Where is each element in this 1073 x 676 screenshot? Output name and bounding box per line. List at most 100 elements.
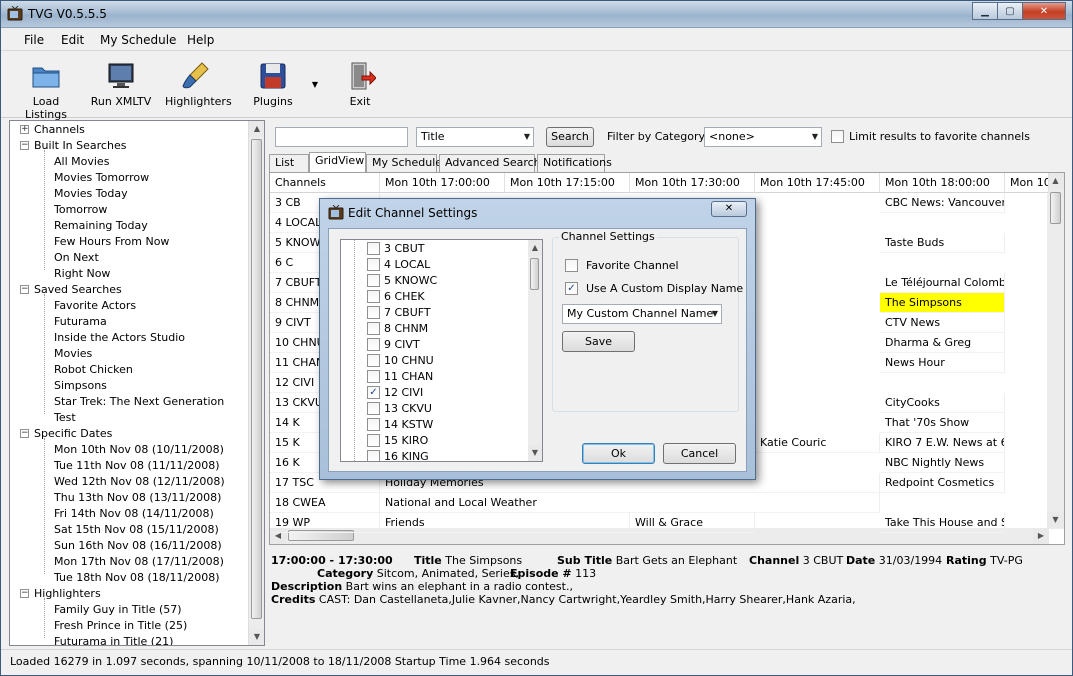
saved-search-item[interactable]: Test [54, 410, 76, 426]
grid-program-cell[interactable]: Redpoint Cosmetics [880, 473, 1005, 493]
saved-search-item[interactable]: Star Trek: The Next Generation [54, 394, 224, 410]
close-button[interactable]: ✕ [1022, 2, 1066, 20]
scroll-up-icon[interactable]: ▲ [1047, 173, 1064, 189]
grid-program-cell[interactable]: The Simpsons [880, 293, 1005, 313]
grid-vscroll-thumb[interactable] [1050, 192, 1061, 224]
custom-name-checkbox[interactable]: ✓ [565, 282, 578, 295]
scroll-up-icon[interactable]: ▲ [249, 121, 264, 137]
highlighters-button[interactable]: Highlighters [165, 60, 232, 108]
channel-checkbox[interactable] [367, 274, 380, 287]
grid-program-cell[interactable]: KIRO 7 E.W. News at 6PM [880, 433, 1005, 453]
grid-program-cell[interactable]: Dharma & Greg [880, 333, 1005, 353]
grid-channel-cell[interactable]: 19 WP [270, 513, 380, 533]
plugins-dropdown-button[interactable]: ▼ [309, 80, 321, 89]
specific-date-item[interactable]: Mon 10th Nov 08 (10/11/2008) [54, 442, 224, 458]
specific-date-item[interactable]: Thu 13th Nov 08 (13/11/2008) [54, 490, 221, 506]
specific-date-item[interactable]: Fri 14th Nov 08 (14/11/2008) [54, 506, 214, 522]
plugins-button[interactable]: Plugins [251, 60, 295, 108]
saved-search-item[interactable]: Simpsons [54, 378, 107, 394]
grid-column-header[interactable]: Mon 10 [1005, 173, 1049, 193]
channel-checkbox[interactable] [367, 402, 380, 415]
search-field-select[interactable]: Title ▼ [416, 127, 534, 147]
tree-scrollbar[interactable]: ▲ ▼ [248, 121, 264, 645]
scroll-down-icon[interactable]: ▼ [528, 445, 542, 461]
scroll-right-icon[interactable]: ▶ [1033, 528, 1049, 544]
tab-list[interactable]: List [269, 154, 309, 172]
grid-channel-cell[interactable]: 18 CWEA [270, 493, 380, 513]
menu-help[interactable]: Help [187, 33, 214, 47]
channel-checkbox[interactable] [367, 450, 380, 461]
channel-list-scrollbar[interactable]: ▲ ▼ [528, 240, 542, 461]
scroll-down-icon[interactable]: ▼ [249, 629, 264, 645]
saved-search-item[interactable]: Inside the Actors Studio [54, 330, 185, 346]
title-bar[interactable]: TVG V0.5.5.5 ▁ ▢ ✕ [1, 1, 1072, 28]
channel-checkbox[interactable]: ✓ [367, 386, 380, 399]
grid-program-cell[interactable]: That '70s Show [880, 413, 1005, 433]
menu-edit[interactable]: Edit [61, 33, 84, 47]
specific-date-item[interactable]: Sat 15th Nov 08 (15/11/2008) [54, 522, 219, 538]
specific-date-item[interactable]: Sun 16th Nov 08 (16/11/2008) [54, 538, 222, 554]
specific-date-item[interactable]: Tue 11th Nov 08 (11/11/2008) [54, 458, 220, 474]
scroll-down-icon[interactable]: ▼ [1047, 512, 1064, 528]
grid-program-cell[interactable]: CityCooks [880, 393, 1005, 413]
search-button[interactable]: Search [546, 127, 594, 147]
channel-checkbox[interactable] [367, 322, 380, 335]
menu-file[interactable]: File [24, 33, 44, 47]
builtin-search-item[interactable]: Tomorrow [54, 202, 107, 218]
channel-checkbox[interactable] [367, 258, 380, 271]
channel-checkbox[interactable] [367, 418, 380, 431]
saved-search-item[interactable]: Favorite Actors [54, 298, 136, 314]
expand-icon[interactable]: + [20, 125, 29, 134]
builtin-search-item[interactable]: Movies Today [54, 186, 128, 202]
highlighter-item[interactable]: Fresh Prince in Title (25) [54, 618, 187, 634]
grid-column-header[interactable]: Mon 10th 17:00:00 [380, 173, 505, 193]
builtin-search-group[interactable]: Built In Searches [34, 138, 126, 154]
grid-program-cell[interactable]: Le Téléjournal Colombie-britanni [880, 273, 1005, 293]
builtin-search-item[interactable]: Remaining Today [54, 218, 148, 234]
saved-search-item[interactable]: Futurama [54, 314, 107, 330]
scroll-up-icon[interactable]: ▲ [528, 240, 542, 256]
category-select[interactable]: <none> ▼ [704, 127, 822, 147]
grid-column-header[interactable]: Mon 10th 17:30:00 [630, 173, 755, 193]
builtin-search-item[interactable]: On Next [54, 250, 99, 266]
builtin-search-item[interactable]: Few Hours From Now [54, 234, 169, 250]
channel-list-scroll-thumb[interactable] [530, 258, 539, 290]
collapse-icon[interactable]: − [20, 141, 29, 150]
collapse-icon[interactable]: − [20, 285, 29, 294]
builtin-search-item[interactable]: All Movies [54, 154, 109, 170]
channel-checkbox[interactable] [367, 290, 380, 303]
grid-column-header[interactable]: Mon 10th 17:15:00 [505, 173, 630, 193]
channel-checkbox[interactable] [367, 370, 380, 383]
limit-favorites-checkbox[interactable] [831, 130, 844, 143]
channel-checkbox[interactable] [367, 338, 380, 351]
saved-search-item[interactable]: Robot Chicken [54, 362, 133, 378]
grid-vertical-scrollbar[interactable]: ▲ ▼ [1047, 173, 1064, 529]
channel-checkbox[interactable] [367, 242, 380, 255]
grid-program-cell[interactable]: CBC News: Vancouver at Six [880, 193, 1005, 213]
save-button[interactable]: Save [562, 331, 635, 352]
builtin-search-item[interactable]: Right Now [54, 266, 110, 282]
builtin-search-item[interactable]: Movies Tomorrow [54, 170, 149, 186]
menu-my-schedule[interactable]: My Schedule [100, 33, 176, 47]
tree-channels[interactable]: Channels [34, 122, 85, 138]
specific-date-item[interactable]: Wed 12th Nov 08 (12/11/2008) [54, 474, 225, 490]
tab-gridview[interactable]: GridView [309, 152, 366, 173]
grid-program-cell[interactable]: Friends [380, 513, 630, 533]
channel-checkbox[interactable] [367, 434, 380, 447]
load-listings-button[interactable]: Load Listings [13, 60, 79, 121]
dialog-close-button[interactable]: ✕ [711, 201, 747, 217]
grid-column-header[interactable]: Channels [270, 173, 380, 193]
grid-program-cell[interactable]: CTV News [880, 313, 1005, 333]
channel-checkbox[interactable] [367, 354, 380, 367]
cancel-button[interactable]: Cancel [663, 443, 736, 464]
grid-program-cell[interactable]: Take This House and Sell It [880, 513, 1005, 533]
exit-button[interactable]: Exit [339, 60, 381, 108]
grid-column-header[interactable]: Mon 10th 17:45:00 [755, 173, 880, 193]
highlighter-item[interactable]: Futurama in Title (21) [54, 634, 173, 645]
ok-button[interactable]: Ok [582, 443, 655, 464]
tab-advanced-search[interactable]: Advanced Search [439, 154, 541, 172]
minimize-button[interactable]: ▁ [972, 2, 998, 20]
collapse-icon[interactable]: − [20, 429, 29, 438]
tab-notifications[interactable]: Notifications [537, 154, 612, 172]
grid-program-cell[interactable]: NBC Nightly News [880, 453, 1005, 473]
